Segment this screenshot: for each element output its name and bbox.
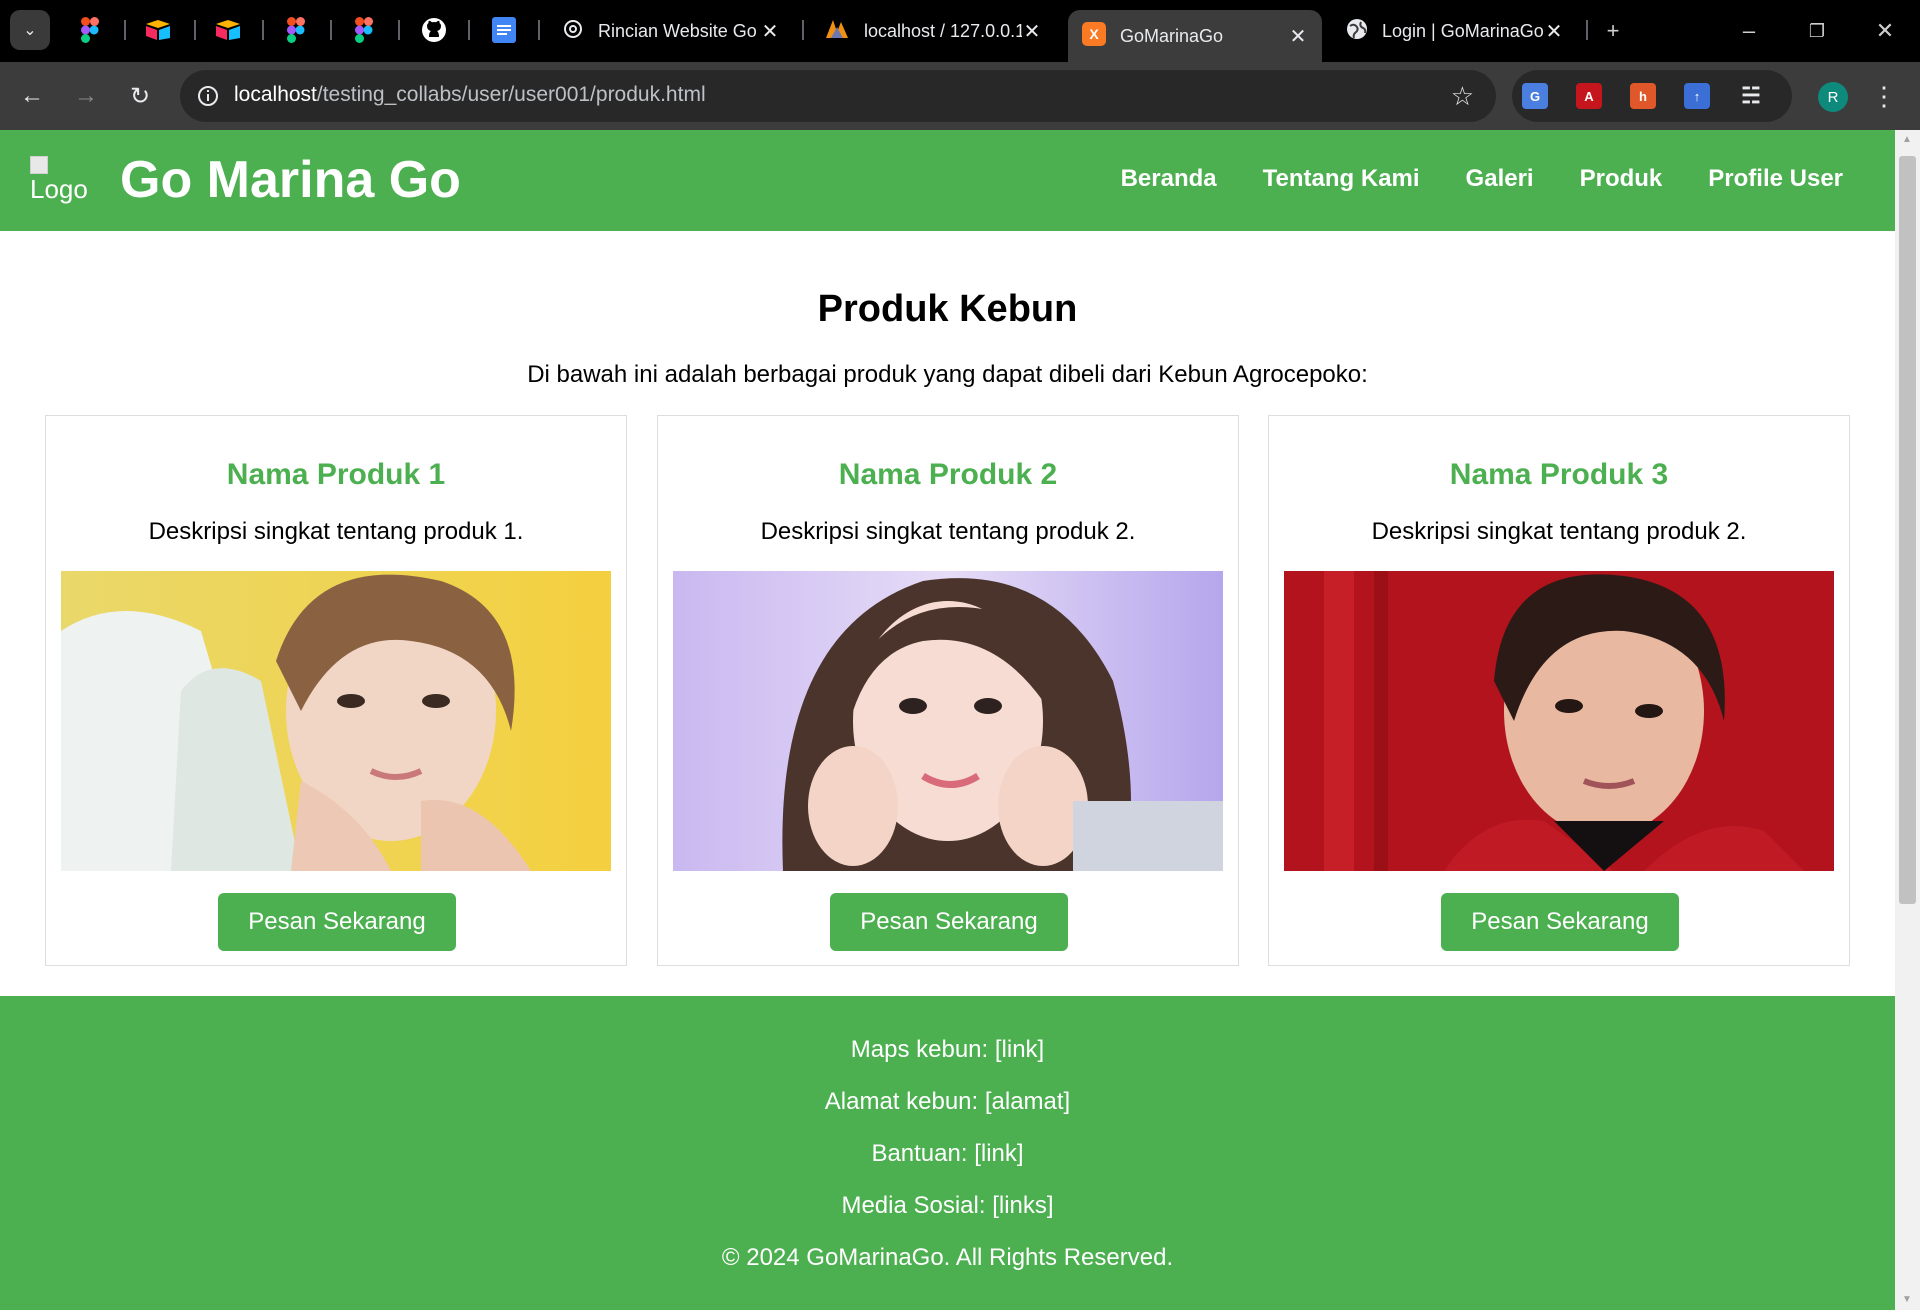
window-close-icon[interactable]: ✕ (1868, 14, 1902, 48)
page-title: Produk Kebun (817, 288, 1078, 330)
product-card: Nama Produk 3 Deskripsi singkat tentang … (1268, 415, 1850, 966)
tab-separator (124, 20, 126, 40)
product-description: Deskripsi singkat tentang produk 1. (148, 518, 524, 545)
phpmyadmin-icon (824, 18, 850, 45)
tab-title: Rincian Website Go (598, 20, 757, 41)
nav-profile-user[interactable]: Profile User (1708, 165, 1843, 193)
airtable-icon[interactable] (142, 14, 174, 46)
page-description: Di bawah ini adalah berbagai produk yang… (527, 361, 1368, 388)
logo-alt-text: Logo (30, 174, 88, 204)
page-scrollbar[interactable]: ▲ ▼ (1895, 130, 1920, 1310)
scrollbar-thumb[interactable] (1899, 156, 1916, 904)
tab-separator (398, 20, 400, 40)
nav-tentang-kami[interactable]: Tentang Kami (1263, 165, 1420, 193)
back-icon[interactable]: ← (14, 78, 50, 114)
tab-title: localhost / 127.0.0.1 (864, 20, 1022, 41)
url-host: localhost (234, 83, 317, 106)
tab-title: GoMarinaGo (1120, 25, 1224, 46)
product-card: Nama Produk 2 Deskripsi singkat tentang … (657, 415, 1239, 966)
browser-toolbar: ← → ↻ localhost/testing_collabs/user/use… (0, 62, 1920, 130)
puzzle-icon[interactable]: ☵ (1738, 83, 1764, 109)
browser-menu-icon[interactable]: ⋮ (1871, 80, 1897, 112)
scroll-down-icon[interactable]: ▼ (1901, 1294, 1913, 1306)
github-icon[interactable] (418, 14, 450, 46)
tab-rincian[interactable]: Rincian Website Go ✕ (548, 10, 794, 52)
product-name: Nama Produk 3 (1449, 458, 1669, 491)
close-icon[interactable]: ✕ (1288, 24, 1308, 49)
order-button[interactable]: Pesan Sekarang (218, 893, 456, 951)
tab-separator (1586, 20, 1588, 40)
nav-galeri[interactable]: Galeri (1466, 165, 1534, 193)
nav-beranda[interactable]: Beranda (1121, 165, 1217, 193)
footer-copyright: © 2024 GoMarinaGo. All Rights Reserved. (721, 1244, 1174, 1271)
product-description: Deskripsi singkat tentang produk 2. (760, 518, 1136, 545)
footer-help: Bantuan: [link] (871, 1140, 1024, 1167)
tab-separator (330, 20, 332, 40)
new-tab-icon[interactable]: + (1596, 14, 1630, 48)
close-icon[interactable]: ✕ (1022, 19, 1042, 44)
address-bar[interactable]: localhost/testing_collabs/user/user001/p… (180, 70, 1496, 122)
browser-tab-bar: ⌄ Rincian Website Go ✕ localhost / 127.0… (0, 0, 1920, 62)
main-nav: Beranda Tentang Kami Galeri Produk Profi… (1121, 165, 1843, 193)
order-button[interactable]: Pesan Sekarang (830, 893, 1068, 951)
figma-icon[interactable] (280, 14, 312, 46)
svg-text:X: X (1089, 26, 1099, 42)
product-image (673, 571, 1223, 871)
scroll-up-icon[interactable]: ▲ (1901, 134, 1913, 146)
page-viewport: Logo Go Marina Go Beranda Tentang Kami G… (0, 130, 1895, 1310)
extensions-area: G A h ↑ ☵ (1512, 70, 1792, 122)
figma-icon[interactable] (348, 14, 380, 46)
tab-separator (194, 20, 196, 40)
adobe-acrobat-icon[interactable]: A (1576, 83, 1602, 109)
tab-title: Login | GoMarinaGo (1382, 20, 1544, 41)
tab-separator (538, 20, 540, 40)
bookmark-star-icon[interactable]: ☆ (1451, 81, 1474, 112)
extension-icon[interactable]: h (1630, 83, 1656, 109)
chatgpt-icon (562, 18, 584, 45)
site-footer: Maps kebun: [link] Alamat kebun: [alamat… (0, 996, 1895, 1310)
product-card: Nama Produk 1 Deskripsi singkat tentang … (45, 415, 627, 966)
reload-icon[interactable]: ↻ (122, 78, 158, 114)
xampp-icon: X (1082, 21, 1106, 51)
tab-search-button[interactable]: ⌄ (10, 10, 50, 50)
order-button[interactable]: Pesan Sekarang (1441, 893, 1679, 951)
tab-login[interactable]: Login | GoMarinaGo ✕ (1332, 10, 1578, 52)
globe-icon (1346, 18, 1368, 45)
site-header: Logo Go Marina Go Beranda Tentang Kami G… (0, 130, 1895, 231)
upload-extension-icon[interactable]: ↑ (1684, 83, 1710, 109)
tab-gomarinago[interactable]: X GoMarinaGo ✕ (1068, 10, 1322, 62)
site-title: Go Marina Go (120, 151, 461, 209)
footer-maps: Maps kebun: [link] (850, 1036, 1045, 1063)
url-text[interactable]: localhost/testing_collabs/user/user001/p… (234, 83, 706, 107)
forward-icon[interactable]: → (68, 78, 104, 114)
footer-social: Media Sosial: [links] (841, 1192, 1054, 1219)
google-translate-icon[interactable]: G (1522, 83, 1548, 109)
site-logo[interactable]: Logo (30, 156, 90, 212)
close-icon[interactable]: ✕ (760, 19, 780, 44)
tab-separator (262, 20, 264, 40)
footer-address: Alamat kebun: [alamat] (824, 1088, 1071, 1115)
product-name: Nama Produk 1 (226, 458, 446, 491)
minimize-icon[interactable]: – (1732, 14, 1766, 48)
airtable-icon[interactable] (212, 14, 244, 46)
close-icon[interactable]: ✕ (1544, 19, 1564, 44)
tab-phpmyadmin[interactable]: localhost / 127.0.0.1 ✕ (810, 10, 1056, 52)
site-info-icon[interactable] (194, 82, 222, 110)
product-description: Deskripsi singkat tentang produk 2. (1371, 518, 1747, 545)
product-image (1284, 571, 1834, 871)
restore-icon[interactable]: ❐ (1800, 14, 1834, 48)
tab-separator (802, 20, 804, 40)
broken-image-icon (30, 156, 48, 174)
tab-separator (468, 20, 470, 40)
figma-icon[interactable] (74, 14, 106, 46)
product-name: Nama Produk 2 (838, 458, 1058, 491)
url-path: /testing_collabs/user/user001/produk.htm… (316, 83, 706, 106)
product-image (61, 571, 611, 871)
google-docs-icon[interactable] (488, 14, 520, 46)
nav-produk[interactable]: Produk (1580, 165, 1663, 193)
avatar[interactable]: R (1818, 82, 1848, 112)
